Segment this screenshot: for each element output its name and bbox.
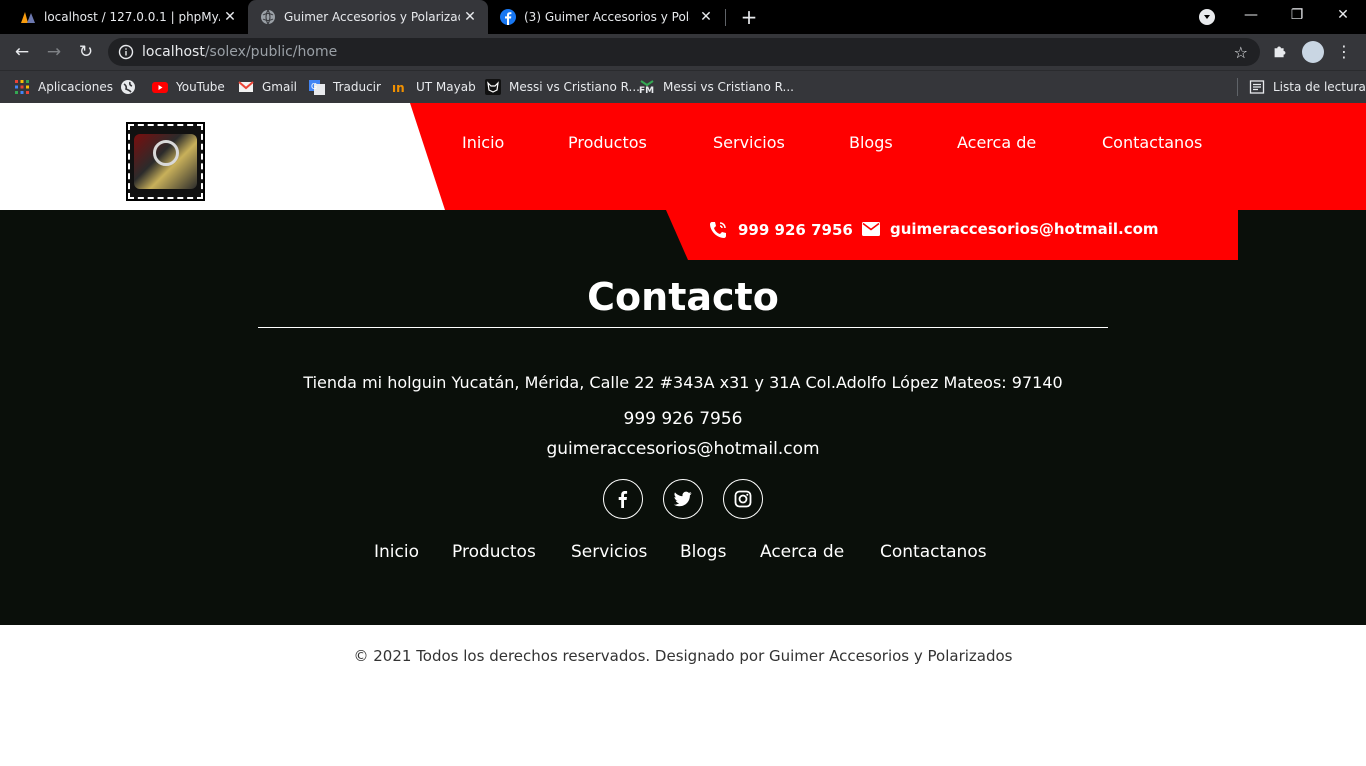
- bookmark-ut-mayab[interactable]: ın UT Mayab: [392, 78, 476, 96]
- bookmarks-bar: Aplicaciones YouTube Gmail G Traducir ın…: [0, 70, 1366, 103]
- contact-email[interactable]: guimeraccesorios@hotmail.com: [0, 439, 1366, 459]
- facebook-link[interactable]: [603, 479, 643, 519]
- envelope-icon: [862, 222, 880, 236]
- header-phone[interactable]: 999 926 7956: [708, 220, 853, 240]
- logo-steering-wheel: [153, 140, 179, 166]
- footer-nav-blogs[interactable]: Blogs: [680, 542, 726, 562]
- twitter-icon: [674, 491, 692, 507]
- translate-icon: G: [309, 80, 325, 95]
- phpmyadmin-icon: [21, 12, 35, 23]
- nav-servicios[interactable]: Servicios: [713, 133, 785, 152]
- bookmark-label: Aplicaciones: [38, 80, 113, 94]
- globe-icon: [261, 9, 275, 25]
- bookmark-youtube[interactable]: YouTube: [152, 78, 225, 96]
- instagram-icon: [734, 490, 752, 508]
- fm-icon: FM: [639, 80, 654, 95]
- browser-tab-bar: localhost / 127.0.0.1 | phpMyAdmin ✕ Gui…: [0, 0, 1366, 34]
- svg-text:FM: FM: [639, 86, 654, 95]
- tab-title: Guimer Accesorios y Polarizados: [284, 10, 460, 24]
- bookmark-label: Traducir: [333, 80, 381, 94]
- url-path: /solex/public/home: [204, 44, 338, 60]
- profile-avatar[interactable]: [1302, 41, 1324, 63]
- nav-acerca-de[interactable]: Acerca de: [957, 133, 1036, 152]
- footer-nav-contactanos[interactable]: Contactanos: [880, 542, 987, 562]
- svg-text:G: G: [311, 82, 317, 91]
- reading-list-icon: [1249, 80, 1265, 94]
- instagram-link[interactable]: [723, 479, 763, 519]
- copyright-text: © 2021 Todos los derechos reservados. De…: [353, 647, 1013, 665]
- contact-divider: [258, 327, 1108, 328]
- bookmark-gmail[interactable]: Gmail: [238, 78, 297, 96]
- twitter-link[interactable]: [663, 479, 703, 519]
- header-red-band: [410, 103, 1366, 210]
- bookmark-label: Messi vs Cristiano R...: [509, 80, 640, 94]
- close-tab-icon[interactable]: ✕: [698, 9, 714, 25]
- footer-nav-inicio[interactable]: Inicio: [374, 542, 419, 562]
- reading-list-button[interactable]: Lista de lectura: [1249, 78, 1366, 96]
- ut-mayab-icon: ın: [392, 81, 405, 95]
- tab-title: localhost / 127.0.0.1 | phpMyAdmin: [44, 10, 220, 24]
- bookmark-star-icon[interactable]: ☆: [1234, 43, 1248, 62]
- browser-toolbar: ← → ↻ localhost/solex/public/home ☆ ⋮: [0, 34, 1366, 70]
- footer-nav-servicios[interactable]: Servicios: [571, 542, 647, 562]
- header-email-text: guimeraccesorios@hotmail.com: [890, 220, 1159, 238]
- url-host: localhost: [142, 44, 205, 60]
- bookmark-label: Messi vs Cristiano R...: [663, 80, 794, 94]
- facebook-icon: [618, 491, 628, 508]
- info-icon[interactable]: [118, 44, 134, 60]
- header-email[interactable]: guimeraccesorios@hotmail.com: [862, 220, 1159, 238]
- svg-text:ın: ın: [392, 81, 405, 95]
- footer-nav-acerca-de[interactable]: Acerca de: [760, 542, 844, 562]
- contact-title: Contacto: [587, 275, 779, 319]
- address-bar[interactable]: localhost/solex/public/home ☆: [108, 38, 1260, 66]
- close-tab-icon[interactable]: ✕: [222, 9, 238, 25]
- bookmark-separator: [1237, 78, 1238, 96]
- reload-icon[interactable]: ↻: [74, 40, 98, 64]
- contact-phone: 999 926 7956: [623, 409, 743, 429]
- gmail-icon: [238, 81, 254, 92]
- tab-title: (3) Guimer Accesorios y Polarizados: [524, 10, 690, 24]
- nav-contactanos[interactable]: Contactanos: [1102, 133, 1202, 152]
- bookmark-aplicaciones[interactable]: Aplicaciones: [14, 78, 113, 96]
- reading-list-label: Lista de lectura: [1273, 80, 1366, 94]
- youtube-icon: [152, 82, 168, 93]
- apps-grid-icon: [15, 80, 29, 94]
- facebook-icon: [500, 9, 516, 25]
- header-contact-strip: 999 926 7956 guimeraccesorios@hotmail.co…: [666, 210, 1238, 260]
- phone-icon: [710, 222, 726, 238]
- bookmark-messi-1[interactable]: Messi vs Cristiano R...: [485, 78, 640, 96]
- back-arrow-icon[interactable]: ←: [10, 40, 34, 64]
- nav-productos[interactable]: Productos: [568, 133, 647, 152]
- minimize-icon[interactable]: —: [1228, 0, 1274, 34]
- globe-icon: [121, 80, 135, 94]
- contact-address: Tienda mi holguin Yucatán, Mérida, Calle…: [303, 373, 1063, 392]
- restore-icon[interactable]: ❐: [1274, 0, 1320, 34]
- bookmark-messi-2[interactable]: FM Messi vs Cristiano R...: [639, 78, 794, 96]
- tab-facebook[interactable]: (3) Guimer Accesorios y Polarizados ✕: [488, 0, 724, 34]
- bookmark-label: UT Mayab: [416, 80, 476, 94]
- tab-phpmyadmin[interactable]: localhost / 127.0.0.1 | phpMyAdmin ✕: [8, 0, 248, 34]
- nav-blogs[interactable]: Blogs: [849, 133, 893, 152]
- tab-separator: [725, 9, 726, 26]
- fox-icon: [485, 79, 501, 95]
- bookmark-globe[interactable]: [120, 78, 144, 96]
- close-window-icon[interactable]: ✕: [1320, 0, 1366, 34]
- tab-search-icon[interactable]: [1199, 9, 1215, 25]
- site-logo[interactable]: [126, 122, 205, 201]
- bookmark-traducir[interactable]: G Traducir: [309, 78, 381, 96]
- bookmark-label: YouTube: [176, 80, 225, 94]
- extensions-puzzle-icon[interactable]: [1270, 42, 1290, 62]
- nav-inicio[interactable]: Inicio: [462, 133, 504, 152]
- header-phone-text: 999 926 7956: [738, 221, 853, 239]
- forward-arrow-icon[interactable]: →: [42, 40, 66, 64]
- footer-nav-productos[interactable]: Productos: [452, 542, 536, 562]
- menu-kebab-icon[interactable]: ⋮: [1334, 42, 1354, 62]
- new-tab-button[interactable]: +: [738, 6, 760, 28]
- tab-guimer-home[interactable]: Guimer Accesorios y Polarizados ✕: [248, 0, 488, 34]
- url-text: localhost/solex/public/home: [142, 44, 337, 60]
- close-tab-icon[interactable]: ✕: [462, 9, 478, 25]
- web-page: Inicio Productos Servicios Blogs Acerca …: [0, 103, 1366, 766]
- bookmark-label: Gmail: [262, 80, 298, 94]
